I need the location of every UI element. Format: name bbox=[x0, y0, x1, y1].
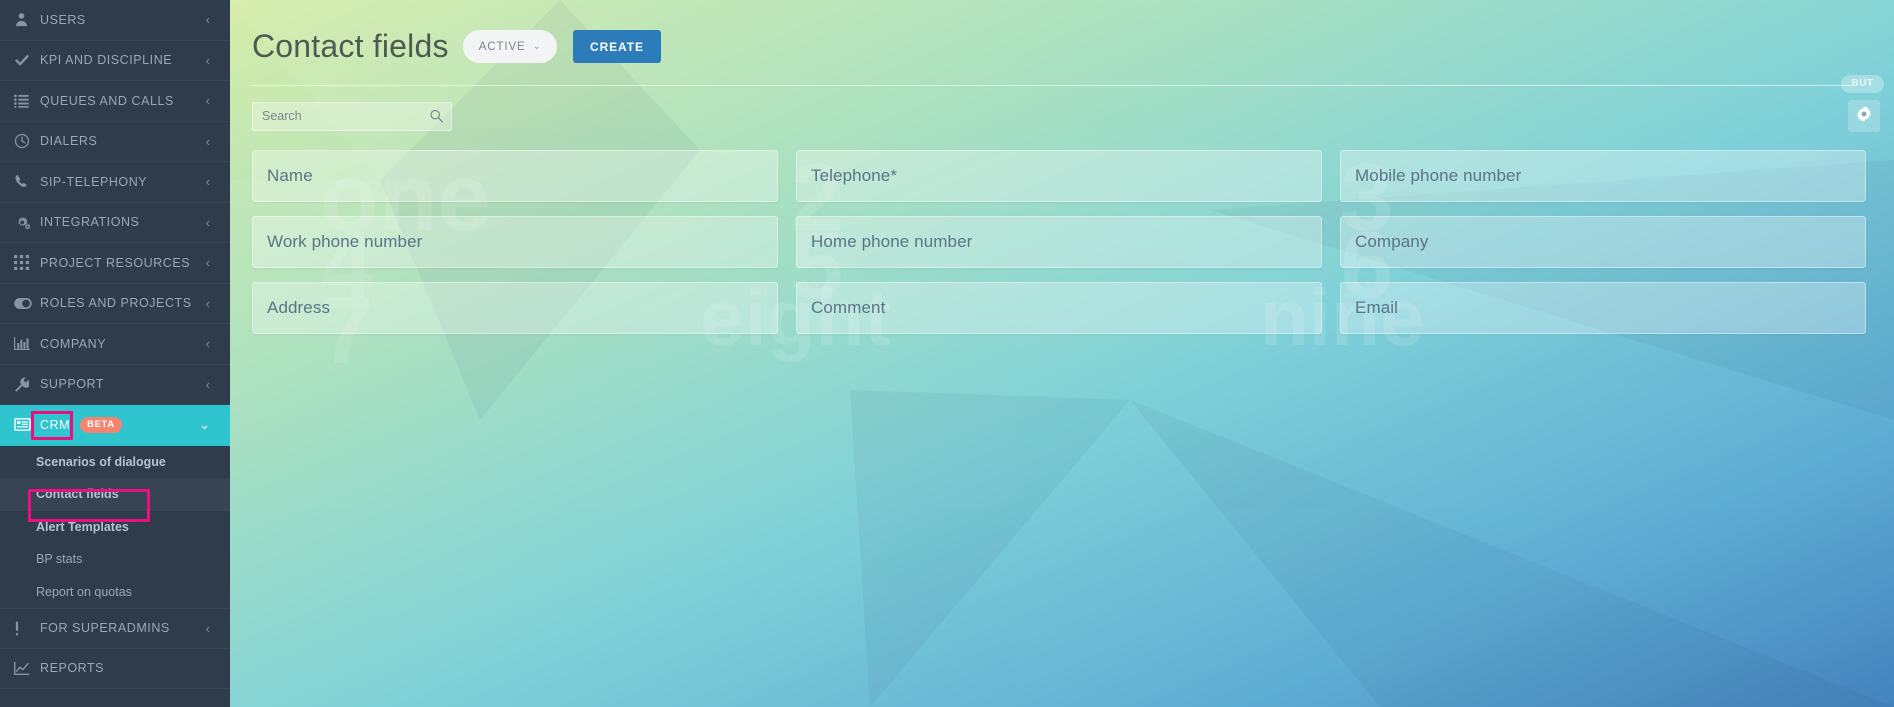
sidebar-subitem-label: Report on quotas bbox=[36, 584, 132, 599]
sidebar-subitem-bp-stats[interactable]: BP stats bbox=[0, 543, 230, 576]
contact-fields-grid: Name Telephone* Mobile phone number Work… bbox=[230, 132, 1894, 334]
search-input[interactable] bbox=[253, 102, 451, 130]
chevron-left-icon[interactable]: ‹ bbox=[206, 378, 210, 391]
field-card[interactable]: Company bbox=[1340, 216, 1866, 268]
field-label: Name bbox=[267, 166, 313, 185]
sidebar-subitem-label: Scenarios of dialogue bbox=[36, 454, 166, 469]
gears-icon bbox=[14, 215, 40, 230]
sidebar-item-label: ROLES AND PROJECTS bbox=[40, 296, 192, 311]
field-card[interactable]: Work phone number bbox=[252, 216, 778, 268]
field-label: Telephone* bbox=[811, 166, 898, 185]
grid-icon bbox=[14, 255, 40, 271]
but-badge[interactable]: BUT bbox=[1841, 75, 1884, 93]
create-button[interactable]: CREATE bbox=[573, 30, 661, 63]
chevron-left-icon[interactable]: ‹ bbox=[206, 13, 210, 26]
line-chart-icon bbox=[14, 661, 40, 676]
field-label: Mobile phone number bbox=[1355, 166, 1522, 185]
sidebar-item-label: USERS bbox=[40, 12, 86, 27]
sidebar-subitem-label: Contact fields bbox=[36, 487, 119, 502]
sidebar-subitem-alert-templates[interactable]: Alert Templates bbox=[0, 511, 230, 544]
toggle-icon bbox=[14, 297, 40, 309]
search-box[interactable] bbox=[252, 101, 452, 131]
wrench-icon bbox=[14, 377, 40, 392]
search-icon[interactable] bbox=[430, 109, 443, 123]
sidebar-item-label: QUEUES AND CALLS bbox=[40, 93, 174, 108]
check-icon bbox=[14, 52, 40, 68]
field-card[interactable]: Telephone* bbox=[796, 150, 1322, 202]
sidebar-item-label: PROJECT RESOURCES bbox=[40, 255, 191, 270]
field-card[interactable]: Address bbox=[252, 282, 778, 334]
chevron-left-icon[interactable]: ‹ bbox=[206, 216, 210, 229]
sidebar-subitem-scenarios-of-dialogue[interactable]: Scenarios of dialogue bbox=[0, 446, 230, 479]
chevron-left-icon[interactable]: ‹ bbox=[206, 297, 210, 310]
phone-icon bbox=[14, 174, 40, 189]
field-card[interactable]: Mobile phone number bbox=[1340, 150, 1866, 202]
main-content: one234567eightnine Contact fields ACTIVE… bbox=[230, 0, 1894, 707]
sidebar-item-label: DIALERS bbox=[40, 134, 98, 149]
sidebar-item-project-resources[interactable]: PROJECT RESOURCES ‹ bbox=[0, 243, 230, 284]
chevron-down-icon[interactable]: ⌄ bbox=[199, 418, 210, 431]
state-filter-dropdown[interactable]: ACTIVE ⌄ bbox=[462, 30, 558, 63]
sidebar-item-label: COMPANY bbox=[40, 336, 107, 351]
state-filter-label: ACTIVE bbox=[478, 40, 526, 53]
chevron-down-icon: ⌄ bbox=[532, 40, 542, 52]
clock-icon bbox=[14, 133, 40, 149]
divider bbox=[252, 85, 1854, 86]
sidebar-item-label: FOR SUPERADMINS bbox=[40, 621, 170, 636]
sidebar-item-label: SIP-TELEPHONY bbox=[40, 174, 148, 189]
sidebar-item-crm[interactable]: CRM BETA ⌄ bbox=[0, 405, 230, 446]
sidebar: USERS ‹ KPI AND DISCIPLINE ‹ QUEUES AND … bbox=[0, 0, 230, 707]
sidebar-item-for-superadmins[interactable]: FOR SUPERADMINS ‹ bbox=[0, 608, 230, 649]
card-icon bbox=[14, 418, 40, 432]
exclamation-icon bbox=[14, 621, 40, 636]
chevron-left-icon[interactable]: ‹ bbox=[206, 622, 210, 635]
field-label: Work phone number bbox=[267, 232, 423, 251]
page-header: Contact fields ACTIVE ⌄ CREATE bbox=[230, 0, 1894, 65]
field-label: Company bbox=[1355, 232, 1429, 251]
chevron-left-icon[interactable]: ‹ bbox=[206, 256, 210, 269]
sidebar-item-kpi-and-discipline[interactable]: KPI AND DISCIPLINE ‹ bbox=[0, 41, 230, 81]
sidebar-item-reports[interactable]: REPORTS bbox=[0, 649, 230, 689]
chevron-left-icon[interactable]: ‹ bbox=[206, 54, 210, 67]
field-card[interactable]: Comment bbox=[796, 282, 1322, 334]
sidebar-item-users[interactable]: USERS ‹ bbox=[0, 0, 230, 41]
field-label: Home phone number bbox=[811, 232, 973, 251]
user-icon bbox=[14, 12, 40, 27]
sidebar-item-label: CRM bbox=[40, 417, 71, 432]
chevron-left-icon[interactable]: ‹ bbox=[206, 94, 210, 107]
field-label: Address bbox=[267, 298, 331, 317]
sidebar-item-integrations[interactable]: INTEGRATIONS ‹ bbox=[0, 203, 230, 243]
gear-icon bbox=[1856, 105, 1872, 127]
header-divider-wrap: BUT bbox=[230, 75, 1894, 93]
sidebar-item-company[interactable]: COMPANY ‹ bbox=[0, 324, 230, 365]
sidebar-subitem-label: Alert Templates bbox=[36, 519, 129, 534]
sidebar-subitem-label: BP stats bbox=[36, 552, 83, 567]
chevron-left-icon[interactable]: ‹ bbox=[206, 337, 210, 350]
sidebar-subitem-report-on-quotas[interactable]: Report on quotas bbox=[0, 576, 230, 609]
chevron-left-icon[interactable]: ‹ bbox=[206, 135, 210, 148]
sidebar-item-support[interactable]: SUPPORT ‹ bbox=[0, 365, 230, 405]
sidebar-subitem-contact-fields[interactable]: Contact fields bbox=[0, 478, 230, 511]
toolbar bbox=[230, 86, 1894, 132]
page-title: Contact fields bbox=[252, 28, 449, 64]
sidebar-item-queues-and-calls[interactable]: QUEUES AND CALLS ‹ bbox=[0, 81, 230, 122]
sidebar-item-sip-telephony[interactable]: SIP-TELEPHONY ‹ bbox=[0, 162, 230, 203]
sidebar-item-label: KPI AND DISCIPLINE bbox=[40, 53, 173, 68]
field-card[interactable]: Email bbox=[1340, 282, 1866, 334]
sidebar-item-dialers[interactable]: DIALERS ‹ bbox=[0, 122, 230, 162]
sidebar-item-label: INTEGRATIONS bbox=[40, 215, 140, 230]
settings-gear-button[interactable] bbox=[1848, 100, 1880, 132]
field-card[interactable]: Home phone number bbox=[796, 216, 1322, 268]
chevron-left-icon[interactable]: ‹ bbox=[206, 175, 210, 188]
sidebar-item-label: SUPPORT bbox=[40, 377, 105, 392]
field-label: Comment bbox=[811, 298, 886, 317]
field-card[interactable]: Name bbox=[252, 150, 778, 202]
bar-chart-icon bbox=[14, 336, 40, 351]
beta-badge: BETA bbox=[80, 416, 122, 433]
sidebar-item-label: REPORTS bbox=[40, 661, 105, 676]
sidebar-item-roles-and-projects[interactable]: ROLES AND PROJECTS ‹ bbox=[0, 284, 230, 324]
field-label: Email bbox=[1355, 298, 1399, 317]
list-icon bbox=[14, 94, 40, 108]
